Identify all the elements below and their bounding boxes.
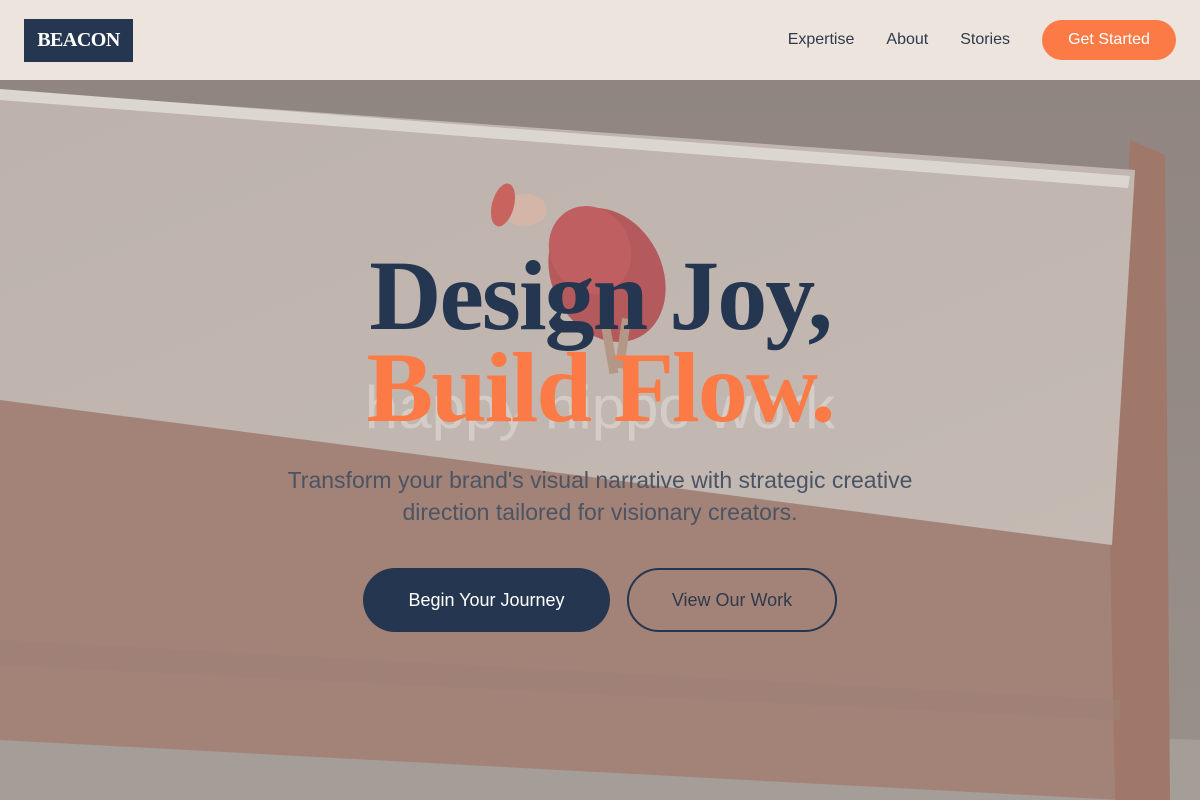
hero-title-line-2: Build Flow. [366, 332, 835, 443]
main-nav: Expertise About Stories [788, 31, 1010, 49]
hero-title-line-1: Design Joy, [369, 240, 832, 351]
hero-section: Design Joy, Build Flow. Transform your b… [0, 80, 1200, 800]
brand-logo[interactable]: BEACON [24, 18, 133, 62]
view-work-button[interactable]: View Our Work [627, 568, 837, 632]
begin-journey-button[interactable]: Begin Your Journey [363, 568, 610, 632]
nav-link-about[interactable]: About [886, 31, 928, 49]
nav-link-expertise[interactable]: Expertise [788, 31, 855, 49]
hero-subtitle: Transform your brand's visual narrative … [287, 467, 913, 525]
hero-actions: Begin Your Journey View Our Work [0, 568, 1200, 632]
site-header: BEACON Expertise About Stories Get Start… [0, 0, 1200, 80]
hero-title: Design Joy, Build Flow. [0, 240, 1200, 443]
nav-link-stories[interactable]: Stories [960, 31, 1010, 49]
get-started-button[interactable]: Get Started [1042, 20, 1176, 60]
